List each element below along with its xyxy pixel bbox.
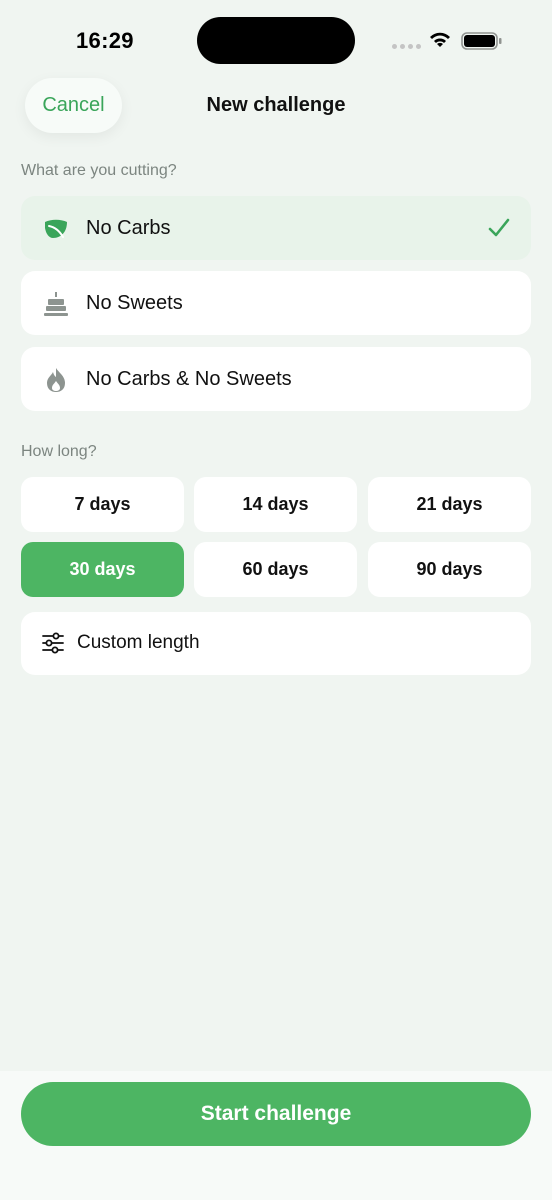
sliders-icon — [42, 632, 64, 654]
dynamic-island — [197, 17, 355, 64]
leaf-icon — [43, 216, 69, 242]
option-label: No Sweets — [86, 291, 183, 314]
custom-length-button[interactable]: Custom length — [21, 612, 531, 675]
wifi-icon — [430, 32, 450, 47]
cellular-signal-icon — [392, 44, 421, 49]
flame-icon — [43, 367, 69, 393]
cut-section-label: What are you cutting? — [21, 162, 177, 179]
checkmark-icon — [488, 218, 510, 237]
page-title: New challenge — [206, 94, 346, 116]
option-label: No Carbs — [86, 216, 171, 239]
duration-90-days-button[interactable]: 90 days — [368, 542, 531, 597]
status-bar: 16:29 — [0, 0, 552, 80]
duration-14-days-button[interactable]: 14 days — [194, 477, 357, 532]
duration-21-days-button[interactable]: 21 days — [368, 477, 531, 532]
cake-icon — [43, 291, 69, 317]
duration-7-days-button[interactable]: 7 days — [21, 477, 184, 532]
duration-30-days-button[interactable]: 30 days — [21, 542, 184, 597]
battery-icon — [461, 32, 502, 50]
option-label: No Carbs & No Sweets — [86, 367, 292, 390]
option-no-sweets[interactable]: No Sweets — [21, 271, 531, 335]
status-time: 16:29 — [76, 28, 134, 53]
start-challenge-button[interactable]: Start challenge — [21, 1082, 531, 1146]
duration-60-days-button[interactable]: 60 days — [194, 542, 357, 597]
custom-length-label: Custom length — [77, 632, 200, 653]
option-no-carbs[interactable]: No Carbs — [21, 196, 531, 260]
length-section-label: How long? — [21, 443, 97, 460]
option-no-carbs-no-sweets[interactable]: No Carbs & No Sweets — [21, 347, 531, 411]
